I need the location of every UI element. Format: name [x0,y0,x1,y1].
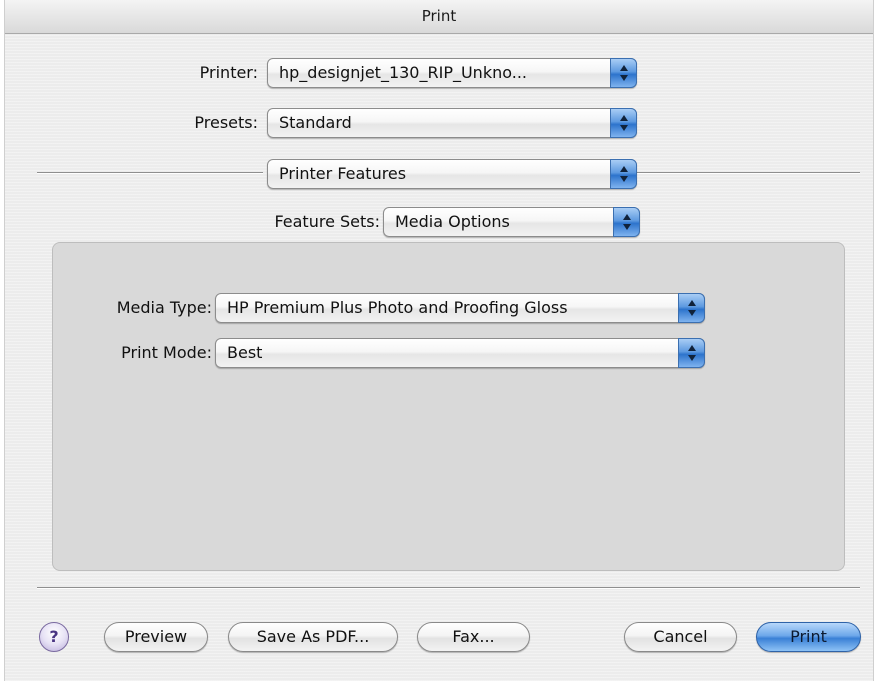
section-divider-left [37,172,263,173]
section-divider-right [637,172,860,173]
up-down-arrows-icon [610,108,637,138]
presets-popup[interactable]: Standard [267,108,637,138]
title-bar[interactable]: Print [5,0,873,34]
media-type-value: HP Premium Plus Photo and Proofing Gloss [227,298,568,317]
feature-sets-value: Media Options [395,212,510,231]
presets-value: Standard [279,113,352,132]
print-label: Print [790,627,827,646]
cancel-label: Cancel [653,627,708,646]
feature-sets-popup[interactable]: Media Options [383,207,640,237]
bottom-divider [37,587,860,588]
printer-popup[interactable]: hp_designjet_130_RIP_Unkno... [267,58,637,88]
preview-label: Preview [124,627,188,646]
media-type-label: Media Type: [116,298,212,317]
preview-button[interactable]: Preview [104,622,208,652]
print-button[interactable]: Print [756,622,861,652]
print-mode-value: Best [227,343,263,362]
cancel-button[interactable]: Cancel [624,622,737,652]
up-down-arrows-icon [610,58,637,88]
printer-value: hp_designjet_130_RIP_Unkno... [279,63,527,82]
media-type-popup[interactable]: HP Premium Plus Photo and Proofing Gloss [215,293,705,323]
pane-value: Printer Features [279,164,407,183]
save-as-pdf-label: Save As PDF... [256,627,370,646]
presets-label: Presets: [194,113,258,132]
save-as-pdf-button[interactable]: Save As PDF... [228,622,398,652]
fax-button[interactable]: Fax... [417,622,530,652]
up-down-arrows-icon [613,207,640,237]
fax-label: Fax... [452,627,495,646]
window-title: Print [421,7,457,25]
question-mark-icon: ? [49,627,59,646]
feature-sets-label: Feature Sets: [274,212,380,231]
up-down-arrows-icon [678,338,705,368]
print-dialog: Print Printer: hp_designjet_130_RIP_Unkn… [5,0,873,681]
up-down-arrows-icon [610,159,637,189]
print-mode-popup[interactable]: Best [215,338,705,368]
help-button[interactable]: ? [39,622,69,652]
pane-popup[interactable]: Printer Features [267,159,637,189]
printer-label: Printer: [199,63,258,82]
up-down-arrows-icon [678,293,705,323]
print-mode-label: Print Mode: [121,343,212,362]
